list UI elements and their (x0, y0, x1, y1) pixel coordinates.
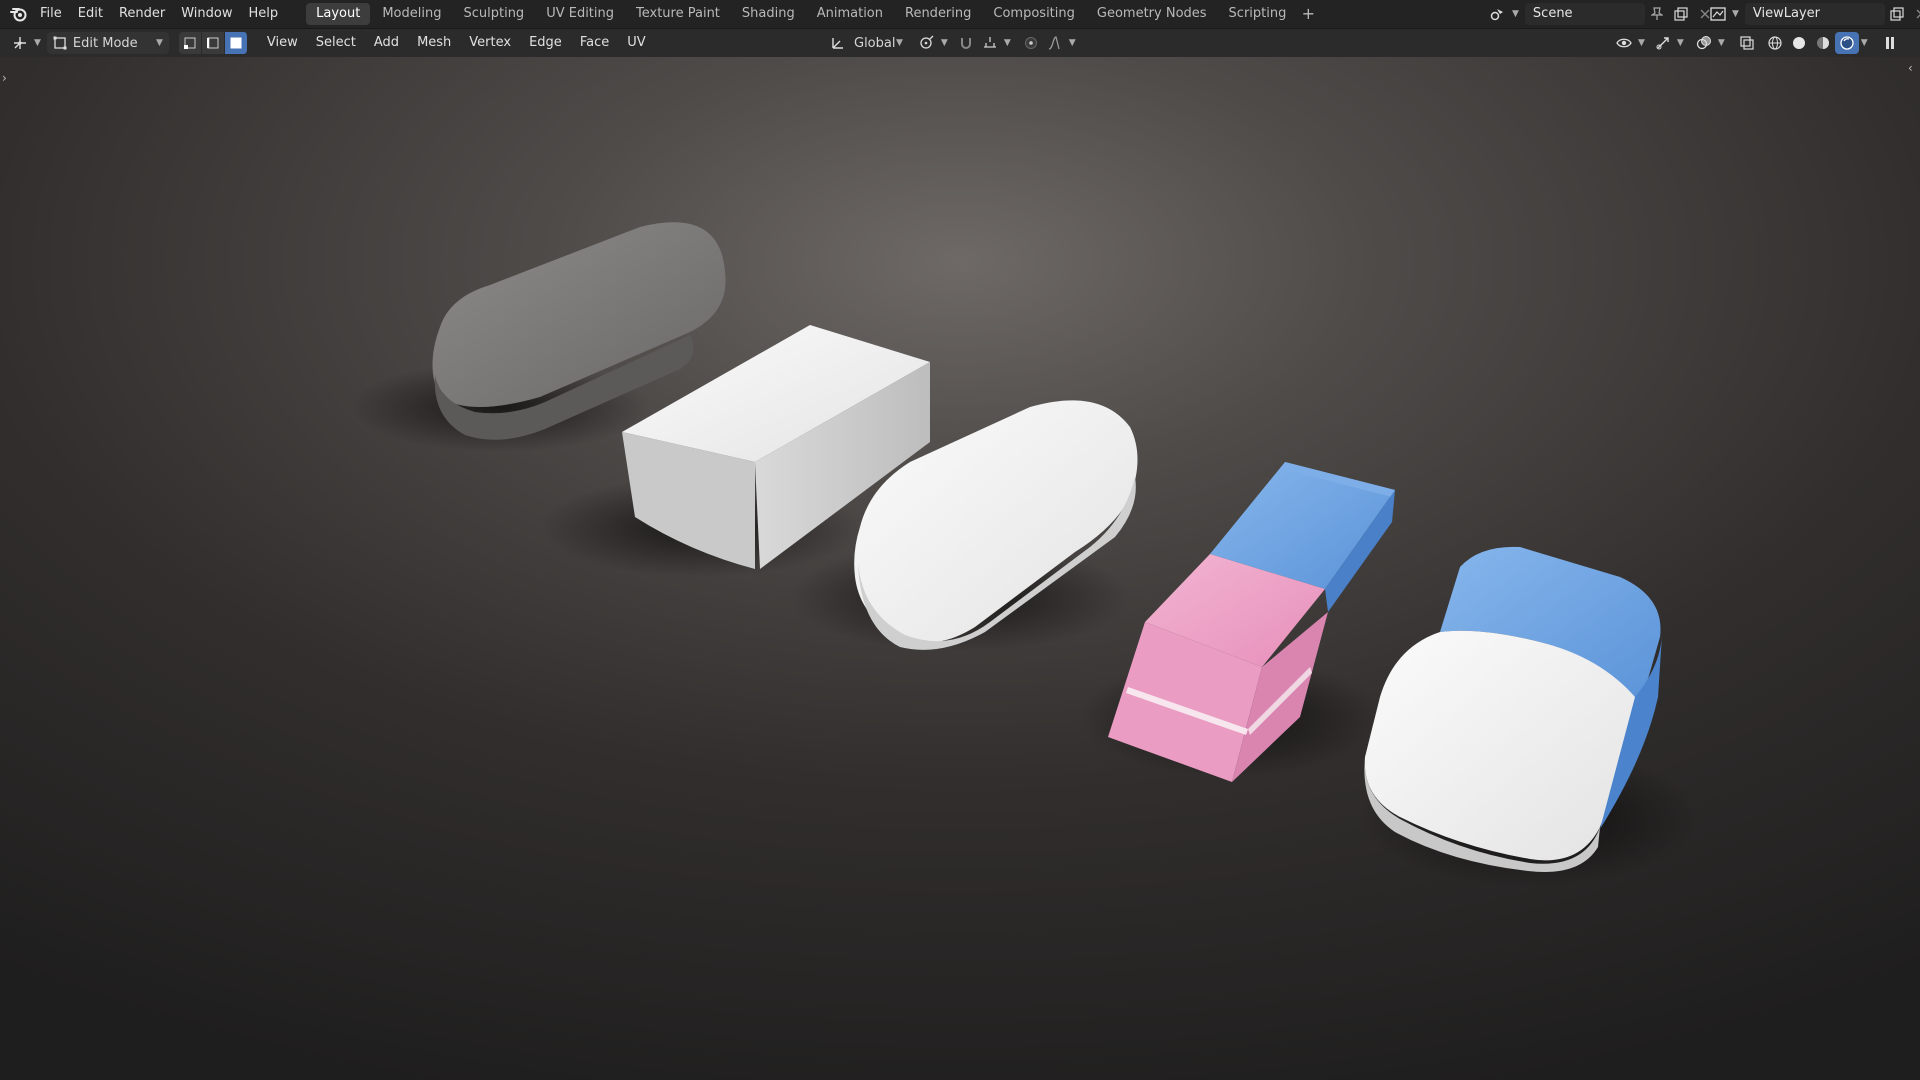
view-layer-selector: ▼ ViewLayer (1706, 2, 1920, 26)
tab-modeling[interactable]: Modeling (372, 3, 451, 25)
tab-sculpting[interactable]: Sculpting (453, 3, 534, 25)
chevron-down-icon: ▼ (156, 38, 163, 48)
tab-animation[interactable]: Animation (807, 3, 893, 25)
tab-layout[interactable]: Layout (306, 3, 371, 25)
top-bar: File Edit Render Window Help Layout Mode… (0, 0, 1920, 28)
sidebar-expand-icon[interactable]: ‹ (1908, 61, 1913, 75)
wireframe-icon[interactable] (1763, 32, 1787, 54)
tab-geometry-nodes[interactable]: Geometry Nodes (1087, 3, 1217, 25)
chevron-down-icon: ▼ (1676, 38, 1684, 48)
menu-edge[interactable]: Edge (520, 31, 571, 55)
select-mode-group (178, 32, 248, 54)
pivot-point-icon[interactable] (915, 32, 939, 54)
scene-name-field[interactable]: Scene (1524, 3, 1645, 25)
rendered-icon[interactable] (1834, 32, 1859, 54)
edit-mode-icon (53, 36, 67, 50)
menu-mesh[interactable]: Mesh (408, 31, 460, 55)
view-layer-icon[interactable] (1706, 3, 1730, 25)
sidebar-toggle-icon[interactable] (1878, 32, 1902, 54)
face-select-icon[interactable] (224, 32, 248, 54)
material-preview-icon[interactable] (1811, 32, 1835, 54)
edge-select-icon[interactable] (201, 32, 225, 54)
orientation-label[interactable]: Global (854, 36, 895, 51)
viewport-options: ▼ ▼ ▼ ▼ (1612, 32, 1902, 54)
visibility-icon[interactable] (1612, 32, 1636, 54)
menu-render[interactable]: Render (111, 2, 173, 26)
chevron-down-icon: ▼ (1717, 38, 1725, 48)
vertex-select-icon[interactable] (178, 32, 202, 54)
3d-viewport[interactable]: › ‹ (0, 57, 1920, 1080)
overlays-icon[interactable] (1692, 32, 1716, 54)
scene-icon[interactable] (1486, 3, 1510, 25)
xray-icon[interactable] (1735, 32, 1759, 54)
chevron-down-icon: ▼ (1068, 38, 1076, 48)
tab-uv-editing[interactable]: UV Editing (536, 3, 624, 25)
mode-label: Edit Mode (72, 35, 138, 51)
close-icon[interactable] (1909, 3, 1920, 25)
main-menu: File Edit Render Window Help (32, 2, 286, 26)
chevron-down-icon: ▼ (940, 38, 948, 48)
tab-compositing[interactable]: Compositing (983, 3, 1085, 25)
menu-help[interactable]: Help (241, 2, 287, 26)
transform-orientation-icon[interactable] (826, 32, 850, 54)
snap-icon[interactable] (954, 32, 978, 54)
chevron-down-icon: ▼ (1732, 9, 1739, 19)
menu-view[interactable]: View (258, 31, 307, 55)
duplicate-icon[interactable] (1669, 3, 1693, 25)
scene-selector: ▼ Scene (1486, 2, 1717, 26)
add-workspace-button[interactable]: + (1298, 3, 1318, 25)
chevron-down-icon: ▼ (1003, 38, 1011, 48)
gizmo-icon[interactable] (1651, 32, 1675, 54)
transform-tools: Global ▼ ▼ ▼ ▼ (826, 32, 1076, 54)
chevron-down-icon: ▼ (896, 38, 903, 48)
menu-uv[interactable]: UV (618, 31, 654, 55)
tab-shading[interactable]: Shading (732, 3, 805, 25)
blender-logo-icon[interactable] (6, 2, 32, 26)
menu-add[interactable]: Add (365, 31, 408, 55)
menu-select[interactable]: Select (307, 31, 365, 55)
duplicate-icon[interactable] (1885, 3, 1909, 25)
mode-select[interactable]: Edit Mode ▼ (46, 32, 169, 54)
pin-icon[interactable] (1645, 3, 1669, 25)
chevron-down-icon: ▼ (1512, 9, 1519, 19)
menu-face[interactable]: Face (571, 31, 618, 55)
tab-rendering[interactable]: Rendering (895, 3, 981, 25)
chevron-down-icon: ▼ (1860, 38, 1868, 48)
view-layer-name-field[interactable]: ViewLayer (1744, 3, 1885, 25)
tab-scripting[interactable]: Scripting (1219, 3, 1297, 25)
header-menus: View Select Add Mesh Vertex Edge Face UV (258, 31, 655, 55)
snap-target-icon[interactable] (978, 32, 1002, 54)
menu-window[interactable]: Window (173, 2, 240, 26)
chevron-down-icon: ▼ (1638, 38, 1645, 48)
3d-viewport-icon[interactable] (8, 32, 32, 54)
tab-texture-paint[interactable]: Texture Paint (626, 3, 730, 25)
menu-vertex[interactable]: Vertex (460, 31, 520, 55)
workspace-tabs: Layout Modeling Sculpting UV Editing Tex… (306, 0, 1318, 28)
menu-edit[interactable]: Edit (70, 2, 111, 26)
proportional-edit-icon[interactable] (1019, 32, 1043, 54)
falloff-icon[interactable] (1043, 32, 1067, 54)
viewport-scene (0, 57, 1920, 1080)
toolbar-expand-icon[interactable]: › (2, 71, 7, 85)
chevron-down-icon: ▼ (34, 38, 41, 48)
viewport-header: ▼ Edit Mode ▼ View Select Add Mesh Verte… (0, 28, 1920, 57)
menu-file[interactable]: File (32, 2, 70, 26)
solid-icon[interactable] (1787, 32, 1811, 54)
